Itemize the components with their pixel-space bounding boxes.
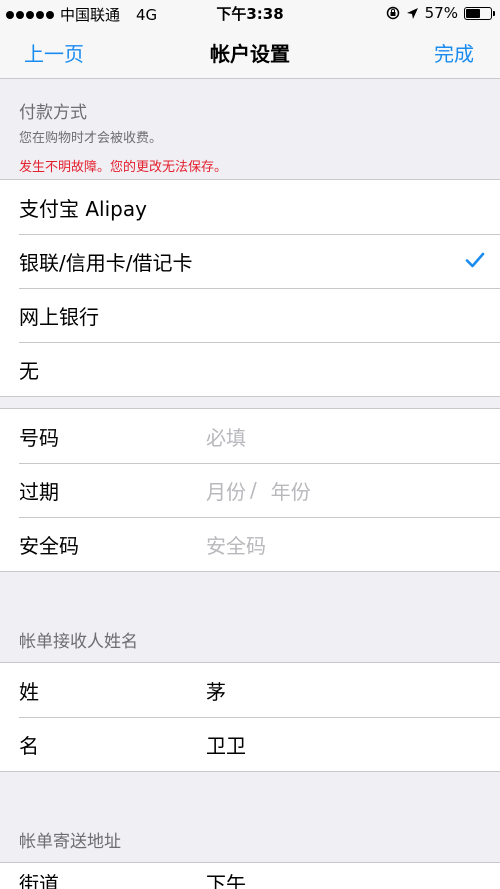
billing-address-title: 帐单寄送地址 xyxy=(19,832,121,852)
street-row[interactable]: 街道 下午 xyxy=(0,863,500,889)
expiry-separator: / xyxy=(250,478,257,502)
expiry-month-input[interactable]: 月份 xyxy=(206,476,246,505)
payment-option-alipay[interactable]: 支付宝 Alipay xyxy=(0,180,500,234)
billing-name-header: 帐单接收人姓名 xyxy=(0,627,500,652)
expiry-year-input[interactable]: 年份 xyxy=(271,476,311,505)
payment-method-subtitle: 您在购物时才会被收费。 xyxy=(19,131,163,146)
payment-method-header: 付款方式 您在购物时才会被收费。 发生不明故障。您的更改无法保存。 xyxy=(0,98,500,175)
status-right: 57% xyxy=(386,4,495,22)
payment-option-none[interactable]: 无 xyxy=(0,342,500,396)
last-name-label: 姓 xyxy=(19,679,39,704)
payment-option-label: 银联/信用卡/借记卡 xyxy=(19,250,193,275)
payment-option-online-banking[interactable]: 网上银行 xyxy=(0,288,500,342)
done-button[interactable]: 完成 xyxy=(434,38,474,67)
navigation-bar: 上一页 帐户设置 完成 xyxy=(0,26,500,79)
payment-option-label: 支付宝 Alipay xyxy=(19,196,147,221)
expiry-label: 过期 xyxy=(19,479,59,504)
street-input[interactable]: 下午 xyxy=(206,868,246,889)
last-name-row[interactable]: 姓 茅 xyxy=(0,663,500,717)
status-bar: 中国联通 4G 下午3:38 57% xyxy=(0,0,500,26)
card-number-label: 号码 xyxy=(19,425,59,450)
page-title: 帐户设置 xyxy=(210,42,290,66)
payment-option-unionpay-card[interactable]: 银联/信用卡/借记卡 xyxy=(0,234,500,288)
billing-name-title: 帐单接收人姓名 xyxy=(19,632,138,652)
last-name-input[interactable]: 茅 xyxy=(206,676,226,705)
billing-address-header: 帐单寄送地址 xyxy=(0,827,500,852)
card-details-group: 号码 必填 过期 月份 / 年份 安全码 安全码 xyxy=(0,408,500,572)
first-name-row[interactable]: 名 卫卫 xyxy=(0,717,500,771)
card-number-input[interactable]: 必填 xyxy=(206,422,246,451)
billing-address-group: 街道 下午 xyxy=(0,862,500,889)
payment-option-label: 网上银行 xyxy=(19,304,99,329)
card-number-row[interactable]: 号码 必填 xyxy=(0,409,500,463)
payment-method-title: 付款方式 xyxy=(19,103,87,123)
error-message: 发生不明故障。您的更改无法保存。 xyxy=(19,160,228,175)
rotation-lock-icon xyxy=(386,6,399,20)
first-name-input[interactable]: 卫卫 xyxy=(206,730,246,759)
expiry-row[interactable]: 过期 月份 / 年份 xyxy=(0,463,500,517)
security-code-input[interactable]: 安全码 xyxy=(206,530,266,559)
security-code-label: 安全码 xyxy=(19,533,79,558)
billing-name-group: 姓 茅 名 卫卫 xyxy=(0,662,500,772)
security-code-row[interactable]: 安全码 安全码 xyxy=(0,517,500,571)
location-arrow-icon xyxy=(406,7,418,19)
battery-icon xyxy=(464,6,495,20)
payment-option-label: 无 xyxy=(19,358,39,383)
checkmark-icon xyxy=(465,252,485,268)
street-label: 街道 xyxy=(19,871,59,889)
battery-percent: 57% xyxy=(424,4,458,22)
battery-fill xyxy=(466,8,480,18)
first-name-label: 名 xyxy=(19,733,39,758)
payment-options-group: 支付宝 Alipay 银联/信用卡/借记卡 网上银行 无 xyxy=(0,179,500,397)
